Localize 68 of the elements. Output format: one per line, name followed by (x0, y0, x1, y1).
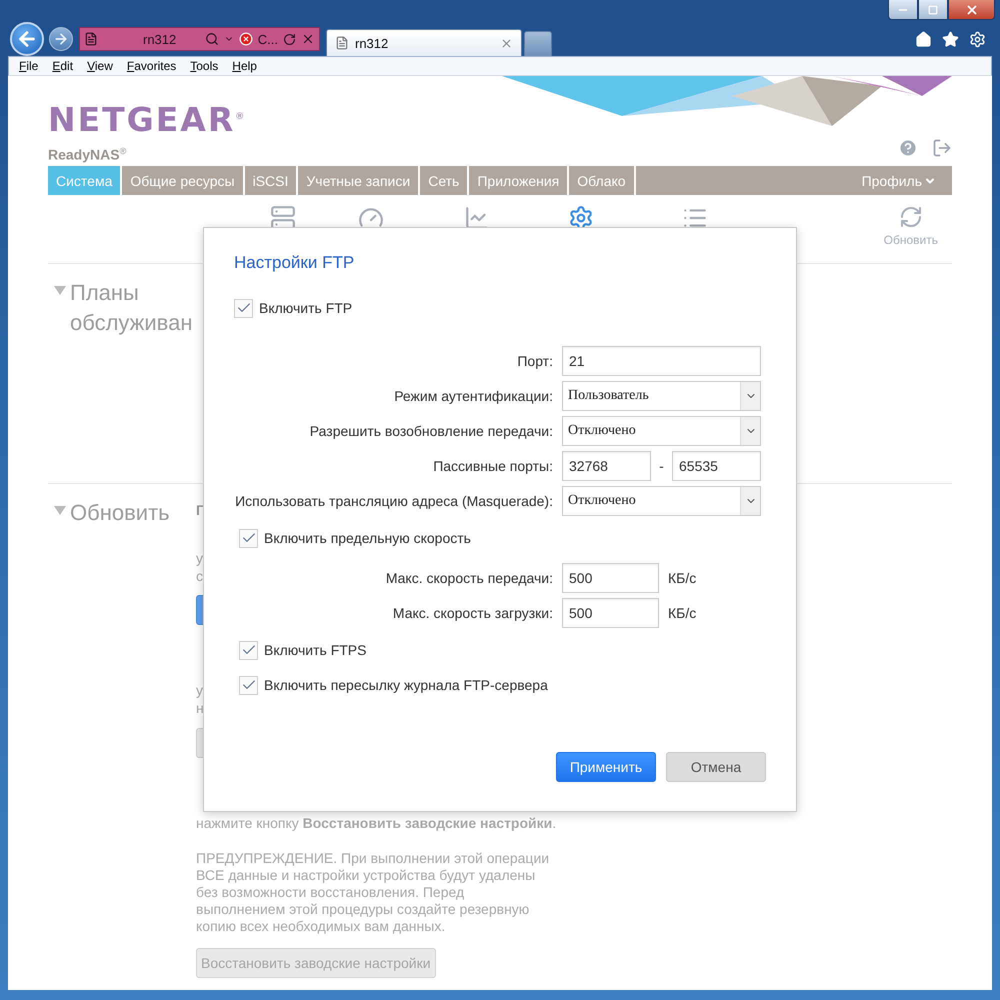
close-icon (964, 2, 978, 16)
logo: NETGEAR$^{®}$ (48, 102, 246, 135)
apply-button[interactable]: Применить (556, 752, 656, 782)
menu-item[interactable]: File (19, 59, 38, 73)
field-label: Использовать трансляцию адреса (Masquerade): (234, 493, 553, 509)
help-icon[interactable] (898, 138, 918, 158)
input-field[interactable]: 21 (562, 346, 761, 376)
product-name: ReadyNAS$^{®}$ (48, 145, 128, 163)
checkbox[interactable] (239, 676, 258, 694)
description-text: нажмите кнопку Восстановить заводские настройки. (196, 815, 558, 832)
field-label: Порт: (516, 353, 553, 369)
unit-label: КБ/с (668, 570, 698, 586)
menu-item[interactable]: Help (232, 59, 257, 73)
page-icon (84, 32, 98, 46)
field-label: Макс. скорость загрузки: (392, 605, 553, 621)
subheading: Г (196, 501, 205, 519)
logout-icon[interactable] (932, 138, 952, 158)
select-field[interactable]: Отключено (562, 486, 761, 516)
input-field[interactable]: 500 (562, 598, 659, 628)
checkbox[interactable] (239, 528, 258, 548)
refresh-icon[interactable] (283, 32, 296, 46)
warning-text: ПРЕДУПРЕЖДЕНИЕ. При выполнении этой операции ВСЕ данные и настройки устройства будут удалены без возможности восстановления. Перед выполнением этой процедуры создайте резервную копию всех необходимых вам данных. (196, 850, 550, 935)
menu-item[interactable]: View (87, 59, 113, 73)
checkbox[interactable] (239, 640, 258, 660)
checkbox-label[interactable]: Включить предельную скорость (264, 530, 471, 546)
settings-icon[interactable] (969, 30, 986, 48)
unit-label: КБ/с (668, 605, 698, 621)
back-button[interactable] (10, 22, 44, 56)
dialog-title: Настройки FTP (234, 252, 356, 274)
forward-arrow-icon (53, 31, 69, 47)
select-field[interactable]: Отключено (562, 416, 761, 446)
checkbox[interactable] (234, 298, 253, 318)
minimize-button[interactable] (888, 0, 918, 20)
menu-item[interactable]: Favorites (126, 59, 176, 73)
close-icon[interactable] (500, 36, 513, 50)
menu-item[interactable]: Edit (52, 59, 74, 73)
field-label: Пассивные порты: (432, 458, 553, 474)
refresh-icon (898, 205, 923, 229)
maximize-button[interactable] (918, 0, 948, 20)
field-label: Макс. скорость передачи: (384, 570, 553, 586)
checkbox-label[interactable]: Включить пересылку журнала FTP-сервера (264, 677, 548, 693)
field-label: Разрешить возобновление передачи: (308, 423, 553, 439)
search-icon[interactable] (204, 32, 219, 46)
description-text: у (196, 549, 204, 567)
description-text: с (196, 567, 204, 585)
certificate-status: C... (258, 32, 278, 46)
input-field[interactable]: 32768 (562, 451, 651, 481)
cancel-button[interactable]: Отмена (666, 752, 766, 782)
maximize-icon (928, 4, 938, 14)
address-bar[interactable]: rn312 C... (79, 27, 320, 51)
browser-tab[interactable]: rn312 (326, 29, 522, 56)
error-icon (238, 32, 253, 46)
description-text: у (196, 681, 204, 699)
description-text: н (196, 699, 205, 717)
forward-button[interactable] (49, 27, 73, 51)
menu-item[interactable]: Tools (190, 59, 218, 73)
input-field[interactable]: 65535 (672, 451, 761, 481)
checkbox-label[interactable]: Включить FTPS (264, 642, 366, 658)
close-icon[interactable] (301, 32, 315, 46)
input-field[interactable]: 500 (562, 563, 659, 593)
page-icon (335, 36, 349, 50)
home-icon[interactable] (915, 30, 932, 48)
star-icon[interactable] (942, 30, 959, 48)
field-label: Режим аутентификации: (393, 388, 553, 404)
checkbox-label[interactable]: Включить FTP (259, 300, 352, 316)
select-field[interactable]: Пользователь (562, 381, 761, 411)
range-separator: - (658, 458, 665, 474)
close-button[interactable] (948, 0, 995, 20)
